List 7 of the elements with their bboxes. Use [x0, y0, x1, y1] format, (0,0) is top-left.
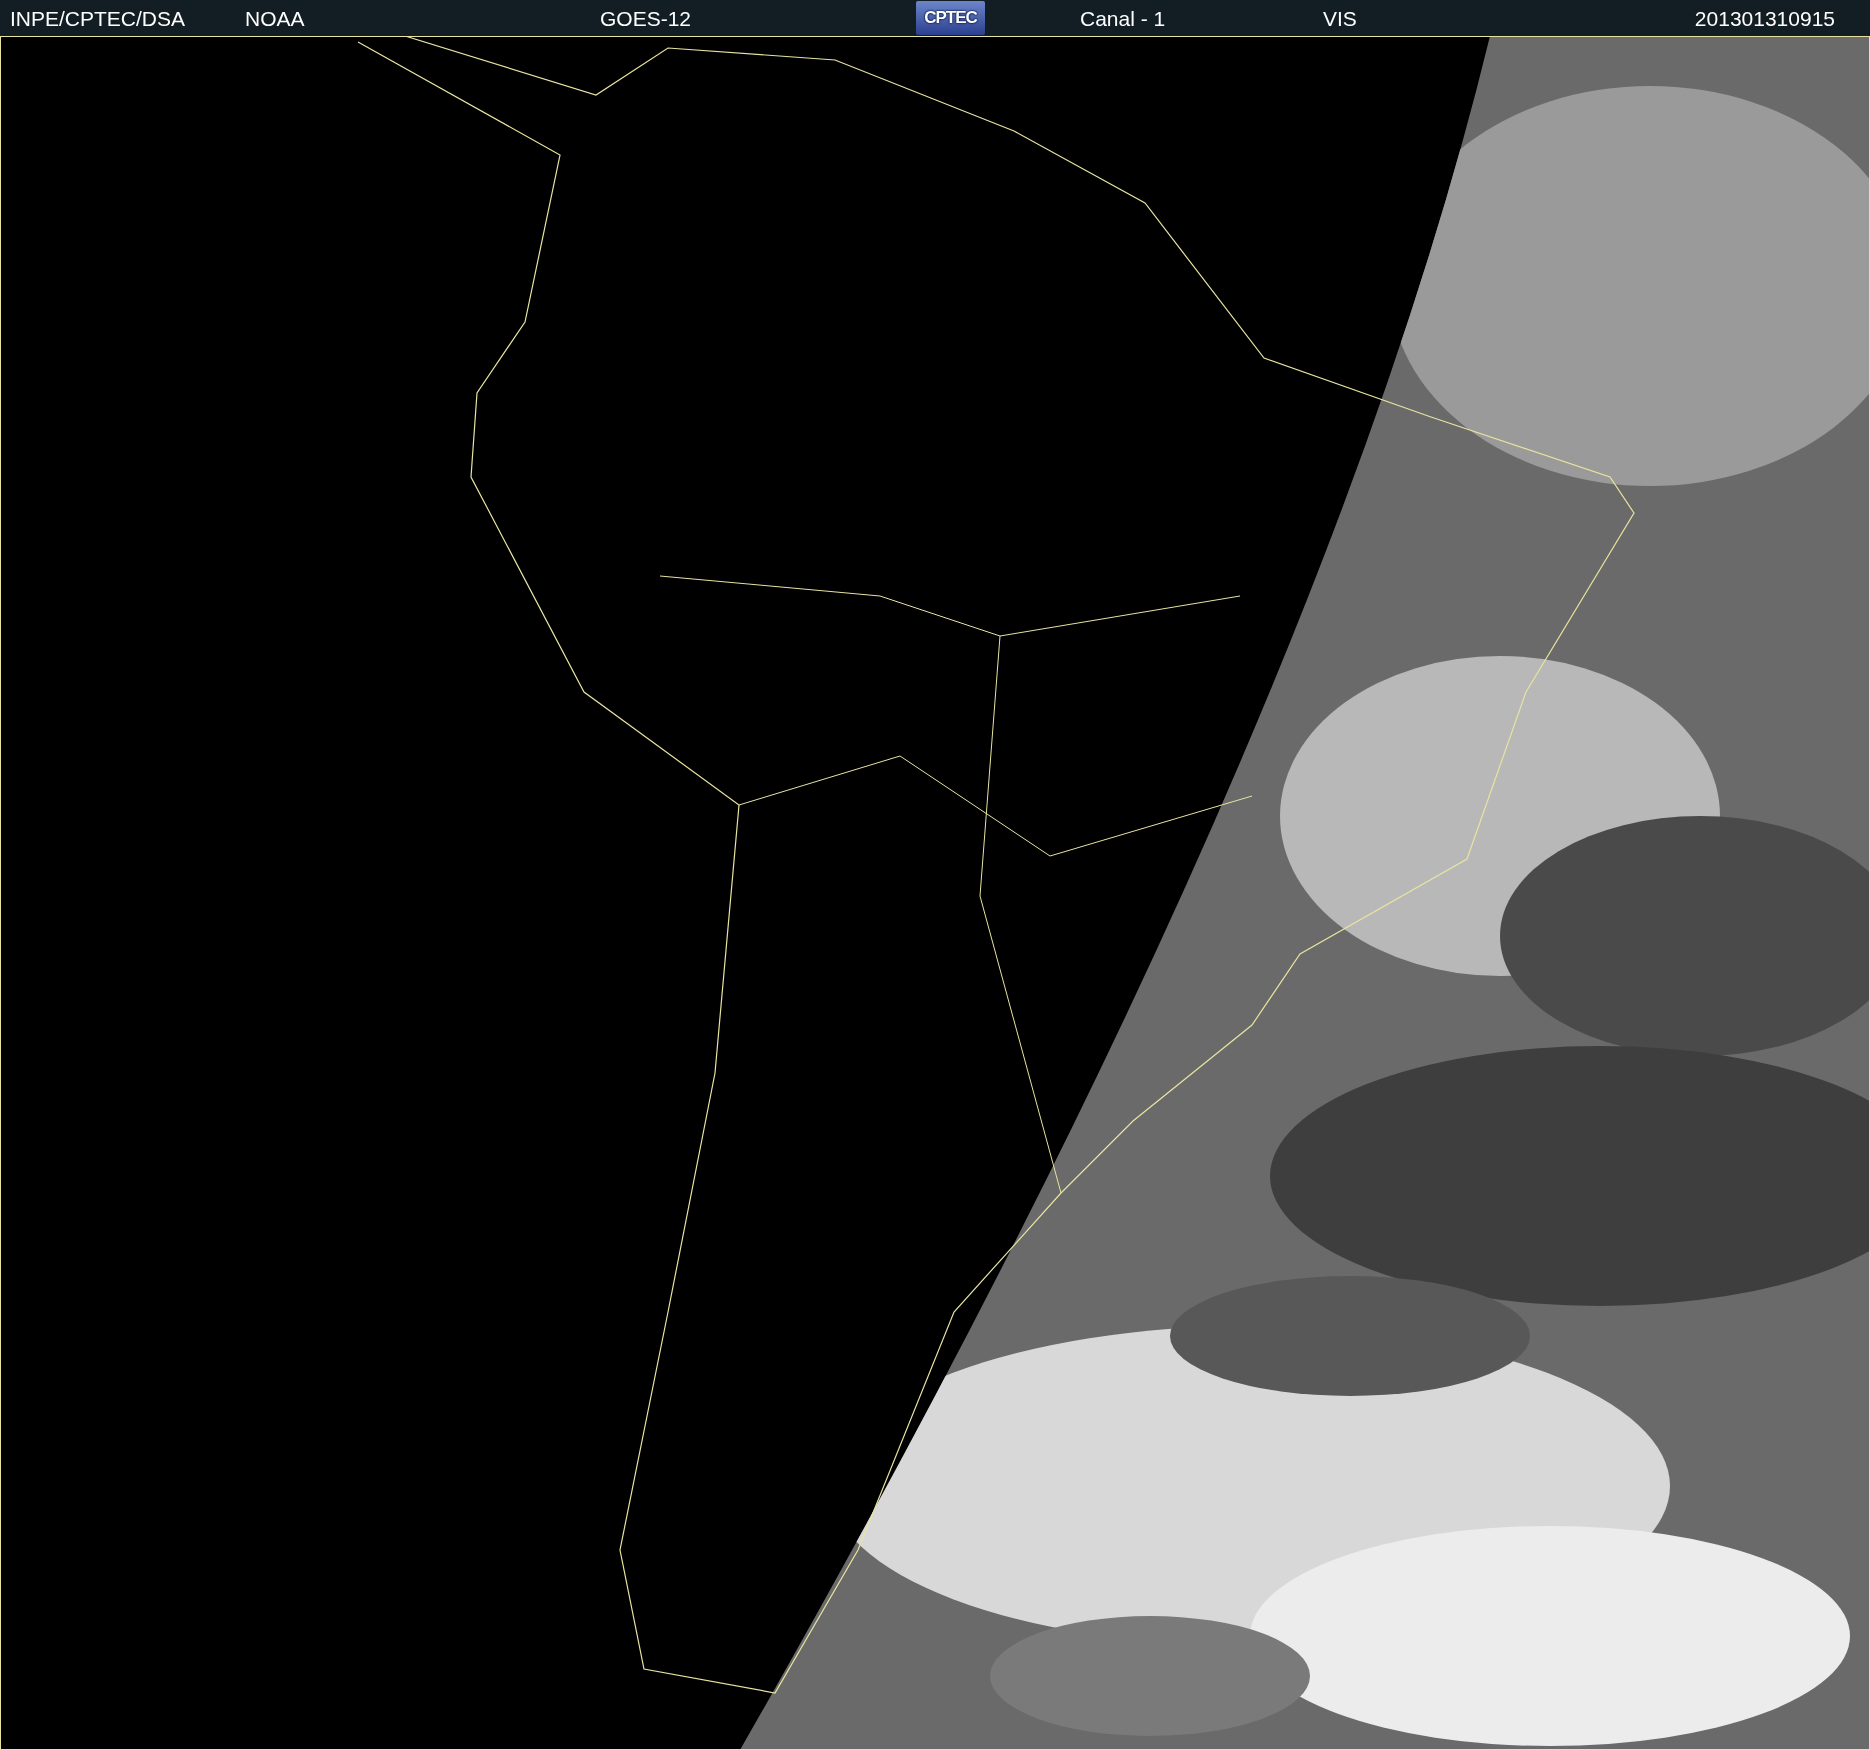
header-label: GOES-12 [600, 7, 693, 29]
header-label: Canal - 1 [1080, 7, 1167, 29]
header-label: VIS [1323, 7, 1358, 29]
timestamp-label: 201301310915 [1694, 7, 1835, 29]
header-label: INPE/CPTEC/DSA [10, 7, 187, 29]
logo: CPTEC [916, 1, 985, 35]
header-label: NOAA [245, 7, 306, 29]
